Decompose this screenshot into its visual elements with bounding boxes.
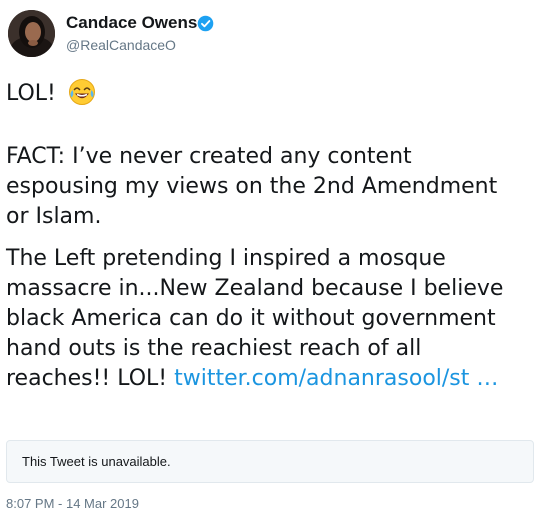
tweet-link[interactable]: twitter.com/adnanrasool/st … — [174, 366, 498, 391]
tweet-last-line: reaches!! LOL! twitter.com/adnanrasool/s… — [6, 364, 503, 394]
quoted-tweet-status: This Tweet is unavailable. — [22, 454, 171, 469]
tweet-first-line: LOL! — [6, 78, 96, 115]
tweet-line: FACT: I’ve never created any content — [6, 144, 412, 169]
author-handle[interactable]: @RealCandaceO — [66, 36, 176, 54]
tweet-line-text: reaches!! LOL! — [6, 366, 168, 391]
tweet-line: black America can do it without governme… — [6, 306, 496, 331]
tweet-line: espousing my views on the 2nd Amendment — [6, 174, 498, 199]
tweet-line: The Left pretending I inspired a mosque — [6, 246, 446, 271]
avatar[interactable] — [8, 10, 55, 57]
tweet-paragraph-1: FACT: I’ve never created any content esp… — [6, 142, 497, 232]
tweet: Candace Owens @RealCandaceO LOL! FACT: I… — [0, 0, 540, 525]
verified-badge-icon — [197, 15, 214, 32]
quoted-tweet-card[interactable]: This Tweet is unavailable. — [6, 440, 534, 483]
author-display-name[interactable]: Candace Owens — [66, 13, 197, 33]
tweet-line: hand outs is the reachiest reach of all — [6, 336, 422, 361]
tweet-line-text: LOL! — [6, 81, 56, 106]
tweet-line: or Islam. — [6, 204, 102, 229]
tweet-line: massacre in...New Zealand because I beli… — [6, 276, 504, 301]
tweet-paragraph-2: The Left pretending I inspired a mosque … — [6, 244, 503, 394]
tweet-timestamp[interactable]: 8:07 PM - 14 Mar 2019 — [6, 496, 139, 512]
tears-of-joy-emoji-icon — [68, 78, 96, 115]
